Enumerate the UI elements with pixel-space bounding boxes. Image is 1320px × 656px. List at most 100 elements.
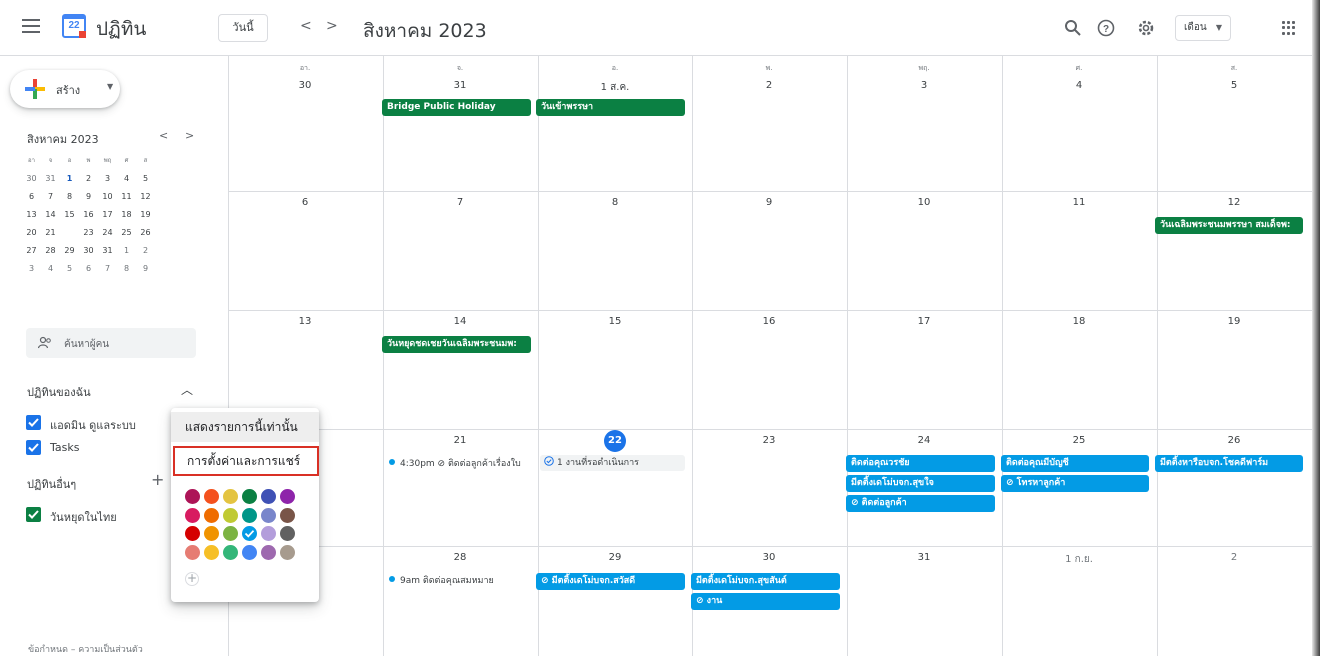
- color-swatch[interactable]: [280, 526, 295, 541]
- day-number[interactable]: 6: [228, 197, 382, 208]
- mini-day[interactable]: 2: [79, 170, 98, 188]
- mini-day[interactable]: 20: [22, 224, 41, 242]
- day-number[interactable]: 30: [228, 80, 382, 91]
- day-number[interactable]: 30: [692, 552, 846, 563]
- day-number[interactable]: 8: [538, 197, 692, 208]
- mini-day[interactable]: 2: [136, 242, 155, 260]
- day-number[interactable]: 2: [1157, 552, 1311, 563]
- day-number[interactable]: 9: [692, 197, 846, 208]
- color-swatch[interactable]: [223, 526, 238, 541]
- apps-icon[interactable]: [1282, 21, 1296, 35]
- mini-day[interactable]: 13: [22, 206, 41, 224]
- mini-day[interactable]: 9: [136, 260, 155, 278]
- mini-day[interactable]: 10: [98, 188, 117, 206]
- mini-day[interactable]: 8: [117, 260, 136, 278]
- prev-month-button[interactable]: <: [300, 18, 312, 34]
- menu-icon[interactable]: [22, 19, 40, 33]
- event-chip[interactable]: วันหยุดชดเชยวันเฉลิมพระชนมพ:: [382, 336, 531, 353]
- chevron-up-icon[interactable]: ︿: [181, 381, 193, 398]
- color-swatch[interactable]: [223, 489, 238, 504]
- mini-day[interactable]: 9: [79, 188, 98, 206]
- day-number[interactable]: 29: [538, 552, 692, 563]
- color-swatch[interactable]: [204, 526, 219, 541]
- mini-day[interactable]: 14: [41, 206, 60, 224]
- add-custom-color-button[interactable]: +: [185, 572, 199, 586]
- mini-day[interactable]: 19: [136, 206, 155, 224]
- color-swatch[interactable]: [280, 489, 295, 504]
- mini-day[interactable]: 4: [41, 260, 60, 278]
- day-number[interactable]: 31: [383, 80, 537, 91]
- mini-day[interactable]: 28: [41, 242, 60, 260]
- mini-day[interactable]: 7: [98, 260, 117, 278]
- event-chip[interactable]: ติดต่อคุณวรชัย: [846, 455, 995, 472]
- color-swatch[interactable]: [204, 489, 219, 504]
- task-chip[interactable]: ⊘ โทรหาลูกค้า: [1001, 475, 1149, 492]
- mini-day[interactable]: 5: [60, 260, 79, 278]
- color-swatch[interactable]: [261, 526, 276, 541]
- mini-day[interactable]: 8: [60, 188, 79, 206]
- mini-day[interactable]: 18: [117, 206, 136, 224]
- timed-event[interactable]: 4:30pm ⊘ ติดต่อลูกค้าเรื่องใบ: [389, 456, 531, 472]
- mini-day[interactable]: 26: [136, 224, 155, 242]
- menu-item-display-only[interactable]: แสดงรายการนี้เท่านั้น: [171, 412, 319, 442]
- day-number[interactable]: 26: [1157, 435, 1311, 446]
- day-number[interactable]: 1 ก.ย.: [1002, 552, 1156, 567]
- mini-day[interactable]: 7: [41, 188, 60, 206]
- mini-day[interactable]: 30: [22, 170, 41, 188]
- color-swatch[interactable]: [223, 544, 238, 560]
- mini-day[interactable]: 29: [60, 242, 79, 260]
- event-chip[interactable]: มีตติ้งหารือบจก.โชคดีฟาร์ม: [1155, 455, 1303, 472]
- mini-day[interactable]: 21: [41, 224, 60, 242]
- day-number[interactable]: 14: [383, 316, 537, 327]
- view-select[interactable]: เดือน ▼: [1175, 15, 1231, 41]
- day-number[interactable]: 17: [847, 316, 1001, 327]
- event-chip[interactable]: มีตติ้งเดโม่บจก.สุขสันต์: [691, 573, 840, 590]
- timed-event[interactable]: 9am ติดต่อคุณสมหมาย: [389, 573, 531, 589]
- day-number[interactable]: 10: [847, 197, 1001, 208]
- event-chip[interactable]: Bridge Public Holiday: [382, 99, 531, 116]
- mini-day[interactable]: 24: [98, 224, 117, 242]
- color-swatch[interactable]: [242, 507, 257, 523]
- day-number[interactable]: 1 ส.ค.: [538, 80, 692, 95]
- day-number[interactable]: 13: [228, 316, 382, 327]
- day-number[interactable]: 12: [1157, 197, 1311, 208]
- day-number[interactable]: 21: [383, 435, 537, 446]
- help-icon[interactable]: ?: [1096, 18, 1116, 38]
- color-swatch[interactable]: [185, 544, 200, 560]
- color-swatch[interactable]: [204, 507, 219, 523]
- day-number[interactable]: 23: [692, 435, 846, 446]
- mini-day[interactable]: 31: [41, 170, 60, 188]
- event-chip[interactable]: มีตติ้งเดโม่บจก.สุขใจ: [846, 475, 995, 492]
- mini-day[interactable]: 15: [60, 206, 79, 224]
- next-month-button[interactable]: >: [326, 18, 338, 34]
- event-chip[interactable]: วันเฉลิมพระชนมพรรษา สมเด็จพ:: [1155, 217, 1303, 234]
- mini-day[interactable]: 11: [117, 188, 136, 206]
- color-swatch[interactable]: [261, 489, 276, 504]
- footer-links[interactable]: ข้อกำหนด – ความเป็นส่วนตัว: [28, 642, 143, 656]
- task-chip[interactable]: ⊘ ติดต่อลูกค้า: [846, 495, 995, 512]
- day-number[interactable]: 16: [692, 316, 846, 327]
- pending-tasks-chip[interactable]: 1 งานที่รอดำเนินการ: [540, 455, 685, 471]
- mini-day[interactable]: 17: [98, 206, 117, 224]
- create-button[interactable]: สร้าง ▼: [10, 70, 120, 108]
- color-swatch[interactable]: [261, 507, 276, 523]
- day-number[interactable]: 28: [383, 552, 537, 563]
- day-number[interactable]: 7: [383, 197, 537, 208]
- mini-day[interactable]: 23: [79, 224, 98, 242]
- color-swatch[interactable]: [242, 544, 257, 560]
- day-number[interactable]: 3: [847, 80, 1001, 91]
- color-swatch[interactable]: [204, 544, 219, 560]
- task-chip[interactable]: ⊘ มีตติ้งเดโม่บจก.สวัสดี: [536, 573, 685, 590]
- mini-day[interactable]: 1: [117, 242, 136, 260]
- mini-day[interactable]: 27: [22, 242, 41, 260]
- checkbox-checked-icon[interactable]: [26, 507, 41, 522]
- checkbox-checked-icon[interactable]: [26, 440, 41, 455]
- day-number[interactable]: 2: [692, 80, 846, 91]
- mini-day[interactable]: 4: [117, 170, 136, 188]
- today-date[interactable]: 22: [604, 430, 626, 452]
- settings-icon[interactable]: [1136, 18, 1156, 38]
- add-calendar-button[interactable]: +: [151, 470, 164, 489]
- day-number[interactable]: 31: [847, 552, 1001, 563]
- checkbox-checked-icon[interactable]: [26, 415, 41, 430]
- mini-day[interactable]: 22: [60, 224, 79, 242]
